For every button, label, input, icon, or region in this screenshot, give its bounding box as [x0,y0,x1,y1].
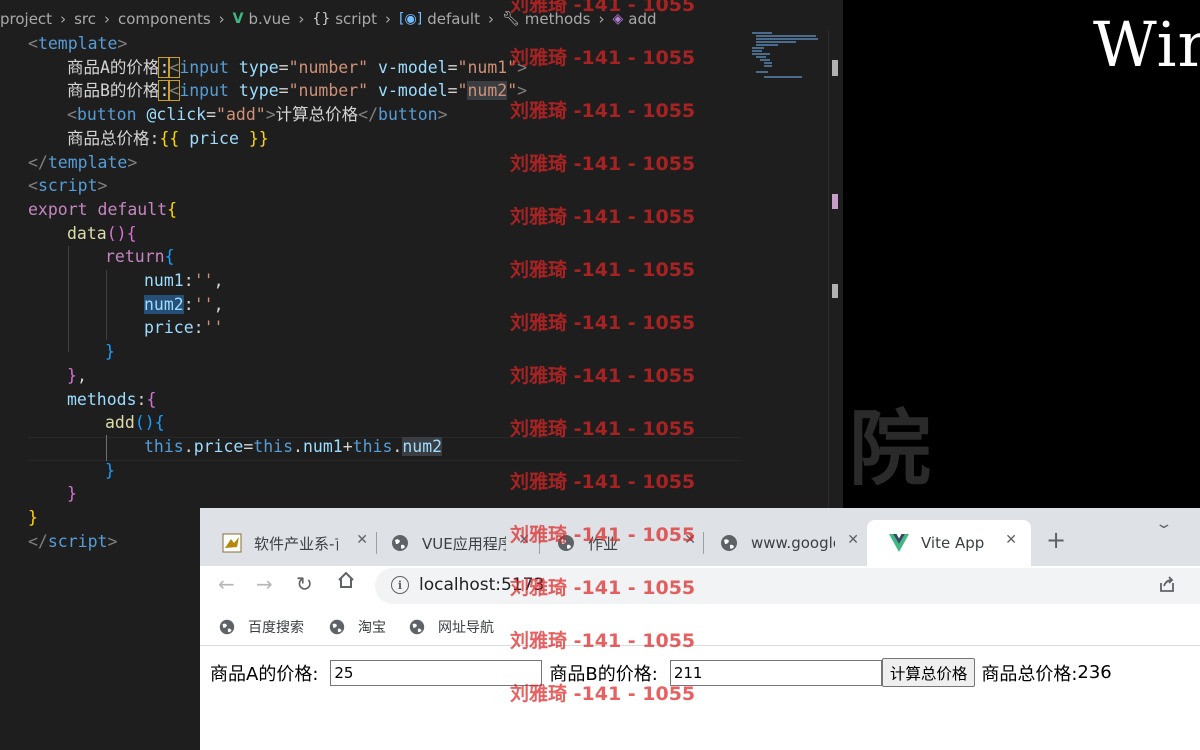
scrollbar-marker [832,194,838,209]
breadcrumb-item-project[interactable]: project [0,10,52,28]
code-line-3: 商品B的价格:<input type="number" v-model="num… [67,80,528,102]
breadcrumb-item-components[interactable]: components [118,10,211,28]
background-ghost-character: 院 [849,402,932,497]
address-url: localhost:5173 [419,575,545,595]
price-form: 商品A的价格: 商品B的价格: 计算总价格 商品总价格:236 [210,658,1112,687]
code-line-21: } [28,508,38,527]
breadcrumb-item-default[interactable]: [◉] default [399,10,480,28]
close-icon[interactable]: ✕ [518,532,530,548]
code-line-7: <script> [28,176,108,196]
bird-favicon-icon [222,533,242,553]
indent-guide [106,270,107,340]
tab-4[interactable]: www.google. ✕ [697,520,867,566]
close-icon[interactable]: ✕ [684,532,696,548]
label-price-a: 商品A的价格: [210,663,319,685]
breadcrumb: project › src › components › Vb.vue › {}… [0,6,657,32]
tab-1[interactable]: 软件产业系-首 ✕ [200,520,376,566]
minimap[interactable] [750,30,828,80]
code-line-18: this.price=this.num1+this.num2 [144,436,443,456]
code-line-16: methods:{ [67,389,157,409]
tab-strip: 软件产业系-首 ✕ VUE应用程序 ✕ 作业 ✕ www.google. ✕ [200,508,1200,566]
indent-guide-active [106,435,107,461]
chevron-right-icon: › [218,10,225,28]
breadcrumb-item-src[interactable]: src [74,10,96,28]
page-content: 商品A的价格: 商品B的价格: 计算总价格 商品总价格:236 [200,646,1200,750]
close-icon[interactable]: ✕ [356,532,368,548]
info-icon[interactable]: i [391,576,409,594]
breadcrumb-item-methods[interactable]: 🔧︎ methods [502,10,591,28]
code-line-8: export default{ [28,199,178,219]
chevron-right-icon: › [598,10,605,28]
close-icon[interactable]: ✕ [847,532,859,548]
reference-icon: [◉] [399,11,423,27]
globe-icon [390,533,410,553]
code-line-9: data(){ [67,223,137,243]
scrollbar-marker [832,284,838,298]
share-icon[interactable] [1157,574,1177,599]
address-bar[interactable]: i localhost:5173 [375,568,1200,604]
breadcrumb-item-add[interactable]: ◈ add [613,10,657,28]
bookmark-baidu[interactable]: 百度搜索 [218,617,304,637]
globe-icon [556,533,576,553]
chevron-right-icon: › [385,10,392,28]
chevron-down-icon[interactable]: ⌄ [1154,516,1173,532]
tab-active-vite-app[interactable]: Vite App ✕ [867,520,1031,566]
desktop-background: Wir 院 [843,0,1200,508]
code-line-15: }, [67,365,87,385]
reload-button[interactable]: ↻ [296,572,313,596]
label-price-b: 商品B的价格: [549,663,658,685]
bookmarks-bar: 百度搜索 淘宝 网址导航 [200,610,1200,646]
cube-icon: ◈ [612,11,624,27]
browser-toolbar: ← → ↻ i localhost:5173 [200,566,1200,610]
chevron-right-icon: › [487,10,494,28]
globe-icon [329,619,345,635]
vue-icon: V [232,11,244,27]
vue-icon [889,533,909,553]
code-line-11: num1:'', [144,271,224,290]
code-line-20: } [67,484,77,504]
code-line-5: 商品总价格:{{ price }} [67,128,269,148]
code-line-22: </script> [28,531,118,551]
scrollbar-marker [832,60,838,76]
code-line-1: <template> [28,34,128,53]
globe-icon [219,619,235,635]
back-button[interactable]: ← [218,572,235,596]
globe-icon [719,533,739,553]
code-line-17: add(){ [105,413,165,433]
browser-window: 软件产业系-首 ✕ VUE应用程序 ✕ 作业 ✕ www.google. ✕ [200,508,1200,750]
chevron-right-icon: › [103,10,110,28]
code-line-13: price:'' [144,318,224,338]
new-tab-button[interactable]: + [1046,526,1066,554]
code-line-12: num2:'', [144,294,224,314]
price-b-input[interactable] [669,659,882,686]
code-line-19: } [105,460,115,480]
breadcrumb-item-file[interactable]: Vb.vue [233,10,291,28]
price-a-input[interactable] [330,659,543,686]
code-line-10: return{ [105,247,175,267]
code-line-2: 商品A的价格:<input type="number" v-model="num… [67,56,528,78]
total-price-value: 236 [1077,662,1112,683]
home-button[interactable] [336,570,356,595]
home-icon [338,571,354,588]
breadcrumb-item-script[interactable]: {} script [312,10,377,28]
tab-3[interactable]: 作业 ✕ [534,520,704,566]
bookmark-nav[interactable]: 网址导航 [408,617,494,637]
total-price-label: 商品总价格: [981,663,1078,685]
wrench-icon: 🔧︎ [501,11,520,27]
bookmark-taobao[interactable]: 淘宝 [328,617,386,637]
close-icon[interactable]: ✕ [1005,532,1017,548]
indent-guide [68,246,69,352]
code-line-14: } [105,342,115,362]
code-line-6: </template> [28,152,138,172]
background-title-text: Wir [1093,8,1200,81]
chevron-right-icon: › [298,10,305,28]
forward-button[interactable]: → [256,572,273,596]
tab-2[interactable]: VUE应用程序 ✕ [368,520,538,566]
braces-icon: {} [312,11,331,27]
code-line-4: <button @click="add">计算总价格</button> [67,105,448,125]
globe-icon [409,619,425,635]
calculate-total-button[interactable]: 计算总价格 [881,658,976,687]
chevron-right-icon: › [60,10,67,28]
